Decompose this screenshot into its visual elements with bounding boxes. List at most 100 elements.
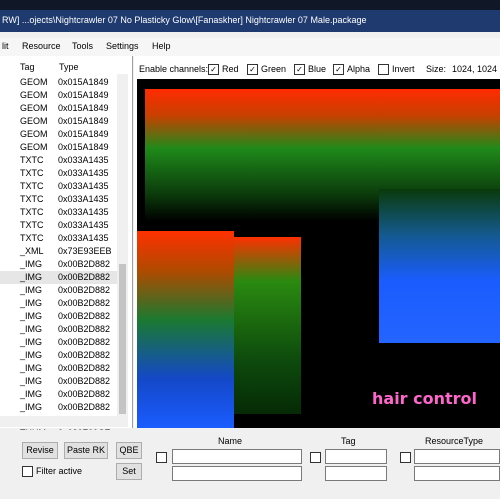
checkbox-blue[interactable]: ✓ bbox=[294, 64, 305, 75]
list-item-type: 0x033A1435 bbox=[58, 155, 109, 165]
tag-value-field[interactable] bbox=[325, 466, 387, 481]
filter-active-checkbox[interactable] bbox=[22, 466, 33, 477]
size-label: Size: bbox=[426, 64, 447, 74]
set-button[interactable]: Set bbox=[116, 463, 142, 480]
list-item[interactable]: GEOM 0x015A1849 bbox=[0, 89, 118, 102]
name-value-field[interactable] bbox=[172, 466, 302, 481]
menu-tools[interactable]: Tools bbox=[72, 41, 93, 51]
list-item[interactable]: GEOM 0x015A1849 bbox=[0, 102, 118, 115]
list-item[interactable]: TXTC 0x033A1435 bbox=[0, 193, 118, 206]
list-item[interactable]: _IMG 0x00B2D882 bbox=[0, 284, 118, 297]
resource-type-value-field[interactable] bbox=[414, 466, 500, 481]
list-item-type: 0x033A1435 bbox=[58, 181, 109, 191]
list-item-tag: _IMG bbox=[20, 285, 43, 295]
list-item[interactable]: _IMG 0x00B2D882 bbox=[0, 310, 118, 323]
list-item-tag: TXTC bbox=[20, 220, 44, 230]
list-item-type: 0x00B2D882 bbox=[58, 272, 111, 282]
list-item[interactable]: _XML 0x73E93EEB bbox=[0, 245, 118, 258]
name-header: Name bbox=[218, 436, 243, 446]
resource-type-filter-checkbox[interactable] bbox=[400, 452, 411, 463]
list-item-tag: TXTC bbox=[20, 207, 44, 217]
list-item[interactable]: GEOM 0x015A1849 bbox=[0, 115, 118, 128]
list-item-tag: _IMG bbox=[20, 337, 43, 347]
list-item-type: 0x00B2D882 bbox=[58, 311, 111, 321]
resource-type-header: ResourceType bbox=[425, 436, 484, 446]
list-item[interactable]: GEOM 0x015A1849 bbox=[0, 76, 118, 89]
checkbox-red[interactable]: ✓ bbox=[208, 64, 219, 75]
list-item-type: 0x015A1849 bbox=[58, 103, 109, 113]
hair-control-overlay: hair control bbox=[372, 389, 477, 408]
list-item-tag: TXTC bbox=[20, 233, 44, 243]
menu-settings[interactable]: Settings bbox=[106, 41, 139, 51]
list-item-type: 0x00B2D882 bbox=[58, 259, 111, 269]
menu-help[interactable]: Help bbox=[152, 41, 171, 51]
checkbox-invert[interactable] bbox=[378, 64, 389, 75]
list-item-tag: TXTC bbox=[20, 155, 44, 165]
vertical-scrollbar[interactable] bbox=[117, 74, 128, 416]
list-item-tag: TXTC bbox=[20, 168, 44, 178]
list-item-type: 0x00B2D882 bbox=[58, 363, 111, 373]
list-item[interactable]: _IMG 0x00B2D882 bbox=[0, 362, 118, 375]
channel-blue-label: Blue bbox=[308, 64, 327, 74]
list-item[interactable]: _IMG 0x00B2D882 bbox=[0, 401, 118, 414]
list-item-tag: _IMG bbox=[20, 376, 43, 386]
menu-bar: lit Resource Tools Settings Help bbox=[0, 38, 500, 56]
texture-image: hair control bbox=[137, 89, 500, 428]
checkbox-alpha[interactable]: ✓ bbox=[333, 64, 344, 75]
channel-alpha-label: Alpha bbox=[347, 64, 371, 74]
enable-channels-label: Enable channels: bbox=[139, 64, 209, 74]
list-item[interactable]: _IMG 0x00B2D882 bbox=[0, 336, 118, 349]
list-item-type: 0x033A1435 bbox=[58, 168, 109, 178]
channel-red-label: Red bbox=[222, 64, 239, 74]
list-item[interactable]: TXTC 0x033A1435 bbox=[0, 180, 118, 193]
revise-button[interactable]: Revise bbox=[22, 442, 58, 459]
list-item-type: 0x00B2D882 bbox=[58, 285, 111, 295]
list-item-type: 0x015A1849 bbox=[58, 116, 109, 126]
list-item-tag: TXTC bbox=[20, 194, 44, 204]
column-header-tag[interactable]: Tag bbox=[20, 62, 35, 72]
tag-filter-checkbox[interactable] bbox=[310, 452, 321, 463]
name-filter-field[interactable] bbox=[172, 449, 302, 464]
window-title: RW] ...ojects\Nightcrawler 07 No Plastic… bbox=[2, 15, 367, 25]
list-item[interactable]: GEOM 0x015A1849 bbox=[0, 141, 118, 154]
list-item[interactable]: GEOM 0x015A1849 bbox=[0, 128, 118, 141]
list-item-type: 0x033A1435 bbox=[58, 207, 109, 217]
list-item-type: 0x033A1435 bbox=[58, 194, 109, 204]
paste-rk-button[interactable]: Paste RK bbox=[64, 442, 108, 459]
list-item[interactable]: _IMG 0x00B2D882 bbox=[0, 349, 118, 362]
list-item[interactable]: _IMG 0x00B2D882 bbox=[0, 258, 118, 271]
channel-invert-label: Invert bbox=[392, 64, 415, 74]
list-item[interactable]: TXTC 0x033A1435 bbox=[0, 232, 118, 245]
checkbox-green[interactable]: ✓ bbox=[247, 64, 258, 75]
list-item-type: 0x00B2D882 bbox=[58, 376, 111, 386]
list-item-type: 0x00B2D882 bbox=[58, 350, 111, 360]
list-item[interactable]: TXTC 0x033A1435 bbox=[0, 167, 118, 180]
list-item[interactable]: TXTC 0x033A1435 bbox=[0, 219, 118, 232]
horizontal-scrollbar[interactable] bbox=[0, 416, 128, 427]
tag-filter-field[interactable] bbox=[325, 449, 387, 464]
list-item[interactable]: _IMG 0x00B2D882 bbox=[0, 388, 118, 401]
list-item-type: 0x033A1435 bbox=[58, 233, 109, 243]
list-item-tag: _IMG bbox=[20, 259, 43, 269]
list-item[interactable]: TXTC 0x033A1435 bbox=[0, 206, 118, 219]
list-item-type: 0x015A1849 bbox=[58, 77, 109, 87]
resource-type-filter-field[interactable] bbox=[414, 449, 500, 464]
menu-resource[interactable]: Resource bbox=[22, 41, 61, 51]
list-item[interactable]: TXTC 0x033A1435 bbox=[0, 154, 118, 167]
texture-preview: hair control bbox=[137, 79, 500, 428]
title-bar: RW] ...ojects\Nightcrawler 07 No Plastic… bbox=[0, 10, 500, 32]
list-item-type: 0x00B2D882 bbox=[58, 402, 111, 412]
list-item[interactable]: _IMG 0x00B2D882 bbox=[0, 323, 118, 336]
list-item[interactable]: _IMG 0x00B2D882 bbox=[0, 271, 118, 284]
menu-edit[interactable]: lit bbox=[2, 41, 9, 51]
list-item[interactable]: _IMG 0x00B2D882 bbox=[0, 375, 118, 388]
column-header-type[interactable]: Type bbox=[59, 62, 79, 72]
filter-active-label: Filter active bbox=[36, 466, 83, 476]
list-item[interactable]: _IMG 0x00B2D882 bbox=[0, 297, 118, 310]
scroll-thumb[interactable] bbox=[119, 264, 126, 414]
list-item-tag: GEOM bbox=[20, 103, 48, 113]
list-item-tag: _IMG bbox=[20, 402, 43, 412]
list-item-tag: _IMG bbox=[20, 363, 43, 373]
name-filter-checkbox[interactable] bbox=[156, 452, 167, 463]
qbe-button[interactable]: QBE bbox=[116, 442, 142, 459]
